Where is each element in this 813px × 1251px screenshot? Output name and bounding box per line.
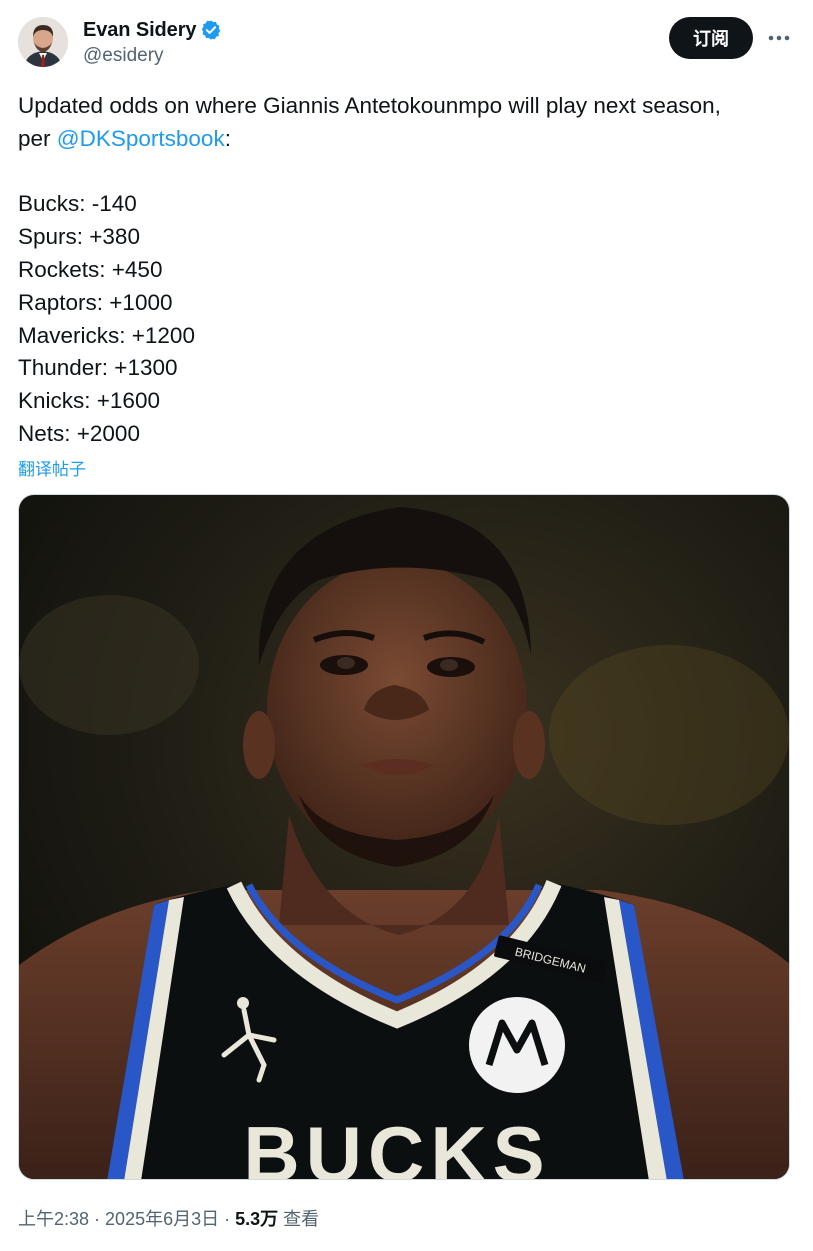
subscribe-button[interactable]: 订阅	[669, 17, 753, 59]
more-options-icon[interactable]	[763, 26, 795, 50]
views-count: 5.3万	[235, 1209, 279, 1229]
verified-badge-icon	[200, 19, 222, 41]
meta-separator: ·	[89, 1209, 106, 1229]
odds-item: Raptors: +1000	[18, 289, 173, 315]
tweet-media-photo[interactable]: BRIDGEMAN BUCKS	[18, 494, 790, 1180]
tweet-intro-line2: per @DKSportsbook:	[18, 123, 798, 156]
tweet-text: Updated odds on where Giannis Antetokoun…	[18, 90, 798, 451]
odds-item: Knicks: +1600	[18, 388, 160, 414]
odds-item: Nets: +2000	[18, 420, 140, 446]
translate-post-link[interactable]: 翻译帖子	[18, 455, 86, 480]
mention-link[interactable]: @DKSportsbook	[57, 126, 225, 151]
jersey-letters: BUCKS	[243, 1110, 550, 1180]
meta-separator: ·	[219, 1209, 236, 1229]
author-info: Evan Sidery @esidery	[83, 18, 222, 68]
tweet-intro-suffix: :	[224, 125, 231, 151]
player-photo: BRIDGEMAN BUCKS	[19, 495, 789, 1180]
tweet-intro-prefix: per	[18, 125, 57, 151]
tweet-header: Evan Sidery @esidery 订阅	[18, 14, 795, 74]
author-name[interactable]: Evan Sidery	[83, 18, 197, 42]
tweet-intro-line1: Updated odds on where Giannis Antetokoun…	[18, 93, 721, 118]
tweet-meta: 上午2:38 · 2025年6月3日 · 5.3万 查看	[18, 1207, 319, 1231]
views-label: 查看	[278, 1209, 320, 1229]
odds-item: Thunder: +1300	[18, 355, 178, 381]
author-handle[interactable]: @esidery	[83, 44, 222, 68]
odds-item: Spurs: +380	[18, 224, 140, 250]
odds-item: Bucks: -140	[18, 191, 137, 217]
odds-item: Mavericks: +1200	[18, 322, 195, 348]
odds-list: Bucks: -140 Spurs: +380 Rockets: +450 Ra…	[18, 188, 798, 450]
post-date[interactable]: 2025年6月3日	[105, 1209, 219, 1229]
avatar[interactable]	[18, 17, 68, 67]
odds-item: Rockets: +450	[18, 256, 163, 282]
post-time[interactable]: 上午2:38	[18, 1209, 89, 1229]
